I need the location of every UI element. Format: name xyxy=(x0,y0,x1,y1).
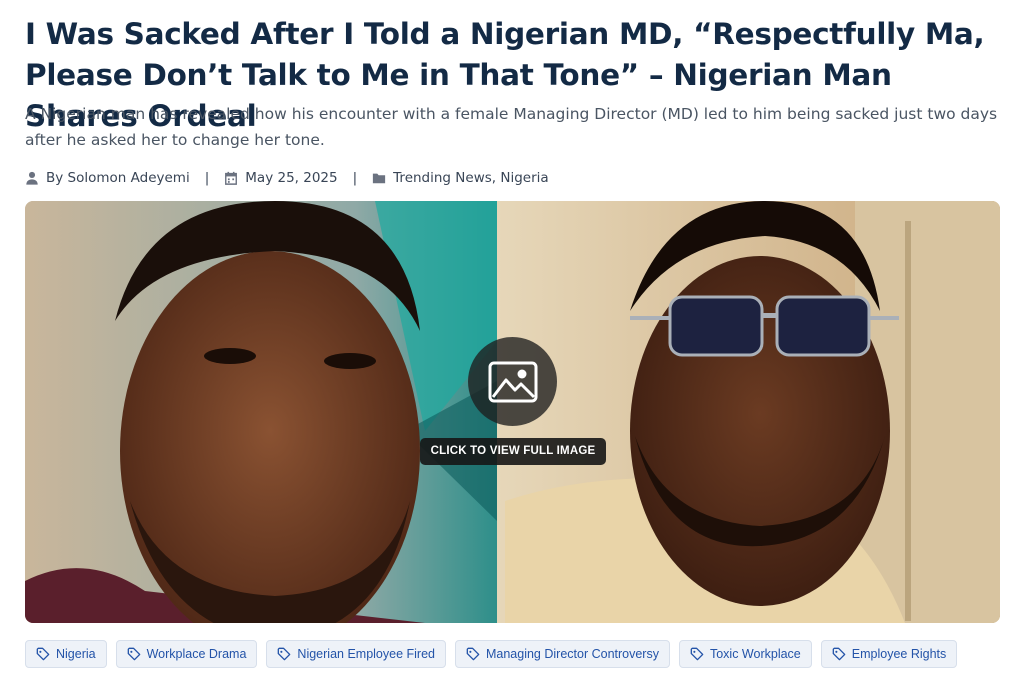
tag-label: Workplace Drama xyxy=(146,647,247,661)
folder-icon xyxy=(373,173,386,184)
tag-managing-director-controversy[interactable]: Managing Director Controversy xyxy=(454,640,670,668)
article-meta: By Solomon Adeyemi | May 25, 2025 | Tren… xyxy=(25,168,549,188)
publish-date: May 25, 2025 xyxy=(245,170,338,186)
tag-icon xyxy=(278,647,291,661)
tag-icon xyxy=(36,647,50,661)
tag-label: Toxic Workplace xyxy=(709,647,801,661)
user-icon xyxy=(26,171,38,185)
view-full-image-label[interactable]: CLICK TO VIEW FULL IMAGE xyxy=(420,438,606,465)
date-meta: May 25, 2025 xyxy=(224,170,338,186)
tag-nigeria[interactable]: Nigeria xyxy=(25,640,107,668)
view-image-button[interactable] xyxy=(468,337,557,426)
categories-links[interactable]: Trending News, Nigeria xyxy=(393,170,548,186)
tag-employee-rights[interactable]: Employee Rights xyxy=(820,640,958,668)
author-meta[interactable]: By Solomon Adeyemi xyxy=(25,170,190,186)
tag-label: Nigeria xyxy=(56,647,96,661)
image-icon xyxy=(488,361,537,402)
article: I Was Sacked After I Told a Nigerian MD,… xyxy=(0,0,1024,682)
tag-nigerian-employee-fired[interactable]: Nigerian Employee Fired xyxy=(266,640,446,668)
tag-label: Employee Rights xyxy=(851,647,947,661)
tag-icon xyxy=(127,647,140,661)
meta-separator: | xyxy=(352,170,358,186)
tag-label: Managing Director Controversy xyxy=(485,647,659,661)
tag-label: Nigerian Employee Fired xyxy=(297,647,435,661)
meta-separator: | xyxy=(204,170,210,186)
author-name[interactable]: By Solomon Adeyemi xyxy=(46,170,190,186)
tag-icon xyxy=(466,647,480,661)
featured-image[interactable]: CLICK TO VIEW FULL IMAGE xyxy=(25,201,1000,623)
tag-workplace-drama[interactable]: Workplace Drama xyxy=(115,640,258,668)
tag-icon xyxy=(690,647,704,661)
categories-meta[interactable]: Trending News, Nigeria xyxy=(372,170,549,186)
tag-list: Nigeria Workplace Drama Nigerian Employe… xyxy=(25,640,958,668)
article-excerpt: A Nigerian man has revealed how his enco… xyxy=(25,105,998,149)
tag-icon xyxy=(832,647,846,661)
tag-toxic-workplace[interactable]: Toxic Workplace xyxy=(678,640,812,668)
calendar-icon xyxy=(225,171,238,185)
